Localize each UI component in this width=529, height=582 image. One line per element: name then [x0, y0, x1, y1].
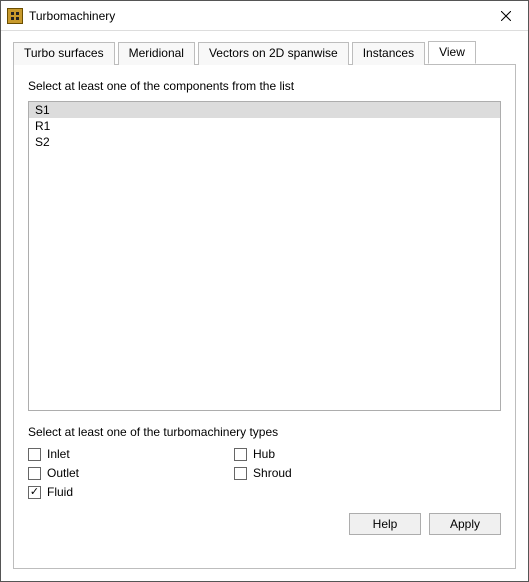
checkbox-label: Outlet [47, 466, 79, 480]
list-item[interactable]: R1 [29, 118, 500, 134]
content-area: Turbo surfaces Meridional Vectors on 2D … [1, 31, 528, 581]
list-item[interactable]: S1 [29, 102, 500, 118]
apply-button[interactable]: Apply [429, 513, 501, 535]
checkbox-row-shroud: Shroud [234, 466, 430, 480]
close-button[interactable] [483, 1, 528, 31]
checkbox-label: Shroud [253, 466, 292, 480]
window-title: Turbomachinery [29, 9, 483, 23]
tab-meridional[interactable]: Meridional [118, 42, 195, 65]
checkbox-row-inlet: Inlet [28, 447, 224, 461]
components-label: Select at least one of the components fr… [28, 79, 501, 93]
tab-vectors-2d-spanwise[interactable]: Vectors on 2D spanwise [198, 42, 349, 65]
checkbox-label: Inlet [47, 447, 70, 461]
tab-instances[interactable]: Instances [352, 42, 425, 65]
checkbox-hub[interactable] [234, 448, 247, 461]
checkbox-shroud[interactable] [234, 467, 247, 480]
checkbox-outlet[interactable] [28, 467, 41, 480]
checkbox-inlet[interactable] [28, 448, 41, 461]
help-button[interactable]: Help [349, 513, 421, 535]
checkbox-fluid[interactable] [28, 486, 41, 499]
checkbox-label: Hub [253, 447, 275, 461]
components-listbox[interactable]: S1 R1 S2 [28, 101, 501, 411]
types-label: Select at least one of the turbomachiner… [28, 425, 501, 439]
app-icon [7, 8, 23, 24]
tab-strip: Turbo surfaces Meridional Vectors on 2D … [13, 41, 516, 64]
tab-panel-view: Select at least one of the components fr… [13, 64, 516, 569]
checkbox-row-outlet: Outlet [28, 466, 224, 480]
checkbox-row-fluid: Fluid [28, 485, 224, 499]
titlebar: Turbomachinery [1, 1, 528, 31]
close-icon [501, 8, 511, 24]
list-item[interactable]: S2 [29, 134, 500, 150]
button-row: Help Apply [28, 513, 501, 535]
types-checkbox-grid: Inlet Hub Outlet Shroud Fluid [28, 447, 430, 499]
checkbox-row-hub: Hub [234, 447, 430, 461]
tab-view[interactable]: View [428, 41, 476, 64]
checkbox-label: Fluid [47, 485, 73, 499]
tab-turbo-surfaces[interactable]: Turbo surfaces [13, 42, 115, 65]
